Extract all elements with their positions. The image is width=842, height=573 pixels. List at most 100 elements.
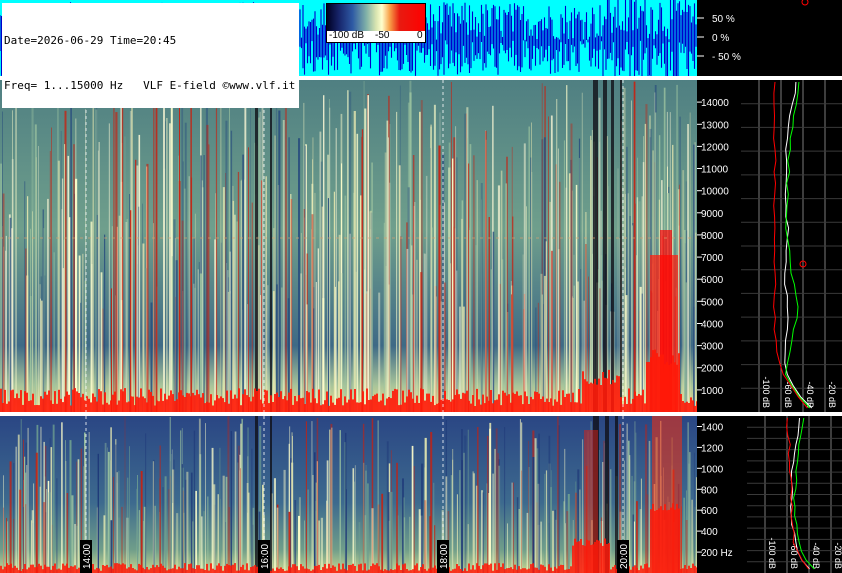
upper-streak: [526, 206, 527, 412]
upper-floor-bin: [576, 402, 578, 412]
lower-streak: [396, 462, 398, 573]
upper-streak: [388, 284, 390, 412]
lower-floor-bin: [602, 545, 604, 573]
upper-streak: [448, 142, 451, 412]
header-line-date: Date=2026-06-29 Time=20:45: [4, 34, 177, 47]
upper-floor-bin: [40, 396, 42, 412]
upper-streak: [70, 101, 72, 412]
upper-streak: [573, 254, 575, 412]
lower-floor-bin: [218, 563, 220, 573]
upper-floor-bin: [642, 389, 644, 412]
upper-streak: [414, 202, 416, 412]
upper-floor-bin: [58, 389, 60, 412]
lower-floor-bin: [664, 504, 666, 573]
upper-floor-bin: [120, 389, 122, 412]
upper-streak: [41, 300, 43, 412]
upper-streak: [64, 144, 66, 412]
upper-streak: [480, 183, 483, 412]
lower-floor-bin: [368, 569, 370, 573]
upper-streak: [430, 124, 432, 412]
lower-floor-bin: [164, 567, 166, 573]
upper-streak: [163, 95, 165, 413]
upper-floor-bin: [638, 394, 640, 412]
lower-floor-bin: [46, 566, 48, 573]
lower-streak: [548, 435, 551, 573]
lower-floor-bin: [194, 569, 196, 573]
lower-streak: [489, 428, 491, 573]
lower-streak: [693, 452, 695, 573]
upper-streak: [551, 250, 553, 412]
lower-streak: [433, 482, 435, 573]
lower-floor-bin: [472, 565, 474, 573]
upper-streak: [104, 234, 106, 412]
lower-floor-bin: [534, 567, 536, 573]
upper-streak: [38, 146, 39, 412]
upper-streak: [629, 216, 631, 412]
upper-streak: [399, 85, 401, 412]
lower-floor-bin: [180, 568, 182, 573]
lower-floor-bin: [680, 569, 682, 573]
upper-floor-bin: [162, 400, 164, 412]
upper-floor-bin: [44, 391, 46, 412]
upper-floor-bin: [360, 402, 362, 412]
upper-streak: [60, 131, 62, 412]
upper-floor-bin: [508, 394, 510, 412]
upper-streak: [251, 202, 253, 412]
lower-streak: [186, 471, 189, 573]
upper-streak: [687, 124, 689, 412]
lower-floor-bin: [128, 567, 130, 573]
upper-streak: [57, 160, 60, 412]
upper-streak: [225, 120, 228, 412]
upper-floor-bin: [504, 392, 506, 412]
lower-floor-bin: [156, 565, 158, 573]
upper-floor-bin: [592, 383, 594, 412]
upper-streak: [304, 145, 306, 412]
upper-floor-bin: [390, 398, 392, 412]
upper-streak: [549, 201, 551, 412]
lower-floor-bin: [468, 563, 470, 573]
upper-streak: [62, 268, 65, 412]
lower-floor-bin: [562, 565, 564, 573]
upper-streak: [169, 123, 171, 413]
upper-floor-bin: [506, 395, 508, 412]
lower-floor-bin: [340, 569, 342, 573]
upper-streak: [138, 206, 140, 412]
lower-floor-bin: [670, 507, 672, 573]
lower-streak: [159, 478, 161, 573]
lower-floor-bin: [16, 567, 18, 573]
upper-floor-bin: [138, 397, 140, 412]
lower-floor-bin: [526, 569, 528, 573]
upper-floor-bin: [608, 369, 610, 412]
upper-streak: [378, 292, 381, 412]
lower-floor-bin: [282, 569, 284, 573]
lower-floor-bin: [358, 564, 360, 573]
lower-floor-bin: [126, 568, 128, 573]
lower-streak: [15, 446, 17, 573]
upper-streak: [356, 133, 359, 413]
upper-floor-bin: [582, 371, 584, 412]
lower-streak: [691, 499, 693, 573]
lower-streak: [291, 462, 294, 573]
upper-floor-bin: [474, 406, 476, 412]
lower-floor-bin: [586, 539, 588, 573]
upper-floor-bin: [372, 396, 374, 412]
upper-streak: [548, 116, 549, 413]
upper-floor-bin: [362, 391, 364, 412]
lower-streak: [294, 500, 297, 573]
upper-floor-bin: [42, 398, 44, 412]
upper-streak: [49, 151, 51, 412]
upper-floor-bin: [636, 395, 638, 412]
upper-streak: [82, 253, 84, 412]
upper-floor-bin: [400, 404, 402, 412]
lower-floor-bin: [474, 569, 476, 573]
upper-floor-bin: [644, 403, 646, 412]
upper-floor-bin: [670, 363, 672, 412]
upper-floor-bin: [254, 388, 256, 412]
upper-floor-bin: [532, 399, 534, 412]
upper-streak: [361, 136, 363, 412]
lower-floor-bin: [644, 564, 646, 573]
lower-streak: [113, 476, 114, 573]
upper-streak: [425, 175, 428, 412]
upper-floor-bin: [154, 405, 156, 412]
profile-lower-x-tick-label: -40 dB: [811, 542, 821, 569]
